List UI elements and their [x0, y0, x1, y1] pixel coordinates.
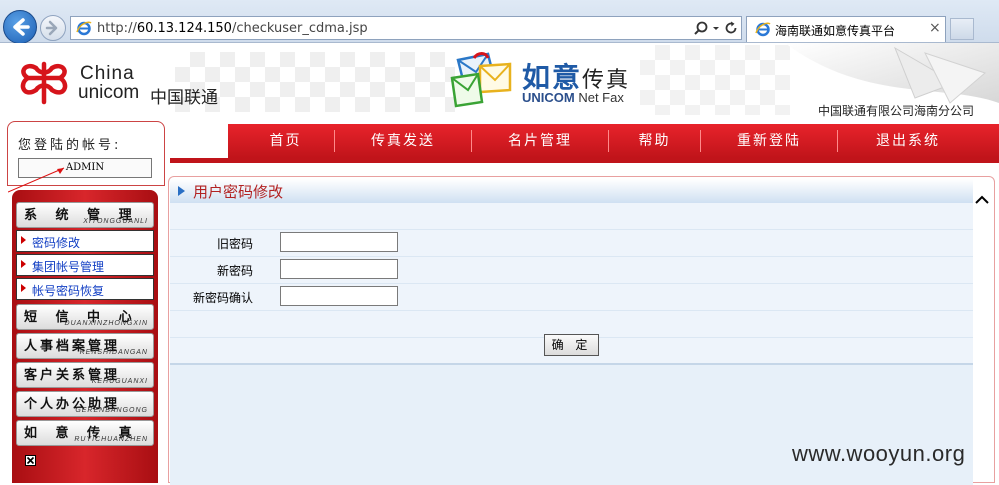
menu-group-ruyi-fax[interactable]: 如 意 传 真 RUYICHUANZHEN — [16, 420, 154, 446]
form-row-old-password: 旧密码 — [170, 230, 973, 257]
sidebar-item-group-account[interactable]: 集团帐号管理 — [16, 254, 154, 276]
panel-title: 用户密码修改 — [193, 183, 284, 201]
sidebar-menu: 系 统 管 理 XITONGGUANLI 密码修改 集团帐号管理 帐号密码恢复 … — [12, 190, 158, 483]
nav-card-management[interactable]: 名片管理 — [472, 124, 608, 158]
nav-relogin[interactable]: 重新登陆 — [701, 124, 837, 158]
browser-toolbar: http://60.13.124.150/checkuser_cdma.jsp … — [0, 0, 999, 44]
tab-title: 海南联通如意传真平台 — [775, 24, 896, 38]
new-password-input[interactable] — [280, 259, 398, 279]
new-password-label: 新密码 — [216, 264, 253, 278]
menu-group-hr[interactable]: 人事档案管理 RENSHIDANGAN — [16, 333, 154, 359]
nav-home[interactable]: 首页 — [228, 124, 343, 158]
annotation-arrow — [8, 167, 65, 193]
broken-image-icon[interactable] — [25, 455, 36, 466]
close-icon[interactable]: × — [929, 20, 941, 36]
confirm-password-label: 新密码确认 — [192, 291, 253, 305]
form-row-new-password: 新密码 — [170, 257, 973, 284]
old-password-label: 旧密码 — [216, 237, 253, 251]
main-nav: 首页 传真发送 名片管理 帮助 重新登陆 退出系统 — [228, 124, 999, 158]
confirm-button[interactable]: 确 定 — [544, 334, 599, 356]
logo-text-cn: 中国联通 — [150, 88, 218, 108]
back-arrow-icon — [13, 18, 30, 36]
arrow-right-icon — [21, 260, 26, 268]
triangle-right-icon — [178, 186, 185, 196]
menu-group-sms[interactable]: 短 信 中 心 DUANXINZHONGXIN — [16, 304, 154, 330]
sidebar-item-password-recovery[interactable]: 帐号密码恢复 — [16, 278, 154, 300]
china-unicom-logo-icon — [20, 61, 68, 105]
refresh-icon[interactable] — [723, 20, 739, 36]
product-subtitle: UNICOM Net Fax — [522, 90, 624, 105]
search-icon[interactable] — [693, 20, 709, 36]
new-tab-button[interactable] — [950, 18, 974, 40]
nav-logout[interactable]: 退出系统 — [838, 124, 978, 158]
form-row-spacer — [170, 203, 973, 230]
confirm-password-input[interactable] — [280, 286, 398, 306]
forward-button[interactable] — [40, 15, 66, 41]
x-icon — [26, 456, 35, 465]
back-button[interactable] — [3, 10, 37, 44]
ie-page-icon — [76, 21, 92, 36]
sidebar-item-password-change[interactable]: 密码修改 — [16, 230, 154, 252]
nav-fax-send[interactable]: 传真发送 — [335, 124, 471, 158]
watermark-text: www.wooyun.org — [792, 441, 966, 466]
logo-text-unicom: unicom — [78, 82, 140, 103]
panel-header: 用户密码修改 — [170, 179, 973, 203]
arrow-right-icon — [21, 284, 26, 292]
ie-page-icon — [755, 22, 771, 37]
url-text[interactable]: http://60.13.124.150/checkuser_cdma.jsp — [97, 21, 368, 36]
menu-group-office[interactable]: 个人办公助理 GERENBANGONG — [16, 391, 154, 417]
arrow-right-icon — [21, 236, 26, 244]
ruyi-fax-logo-icon — [450, 52, 512, 108]
form-row-confirm-password: 新密码确认 — [170, 284, 973, 311]
address-bar[interactable]: http://60.13.124.150/checkuser_cdma.jsp — [70, 16, 742, 40]
nav-help[interactable]: 帮助 — [609, 124, 700, 158]
company-name: 中国联通有限公司海南分公司 — [818, 104, 975, 118]
nav-underline — [170, 158, 999, 163]
browser-tab[interactable]: 海南联通如意传真平台 × — [746, 16, 946, 42]
chevron-down-icon[interactable] — [711, 20, 721, 36]
login-label: 您登陆的帐号: — [18, 138, 122, 153]
forward-arrow-icon — [45, 20, 58, 36]
menu-group-system[interactable]: 系 统 管 理 XITONGGUANLI — [16, 202, 154, 228]
menu-group-crm[interactable]: 客户关系管理 KEHUGUANXI — [16, 362, 154, 388]
old-password-input[interactable] — [280, 232, 398, 252]
chevron-up-icon[interactable] — [973, 191, 991, 209]
content-panel: 用户密码修改 旧密码 新密码 新密码确认 确 定 — [168, 176, 995, 485]
